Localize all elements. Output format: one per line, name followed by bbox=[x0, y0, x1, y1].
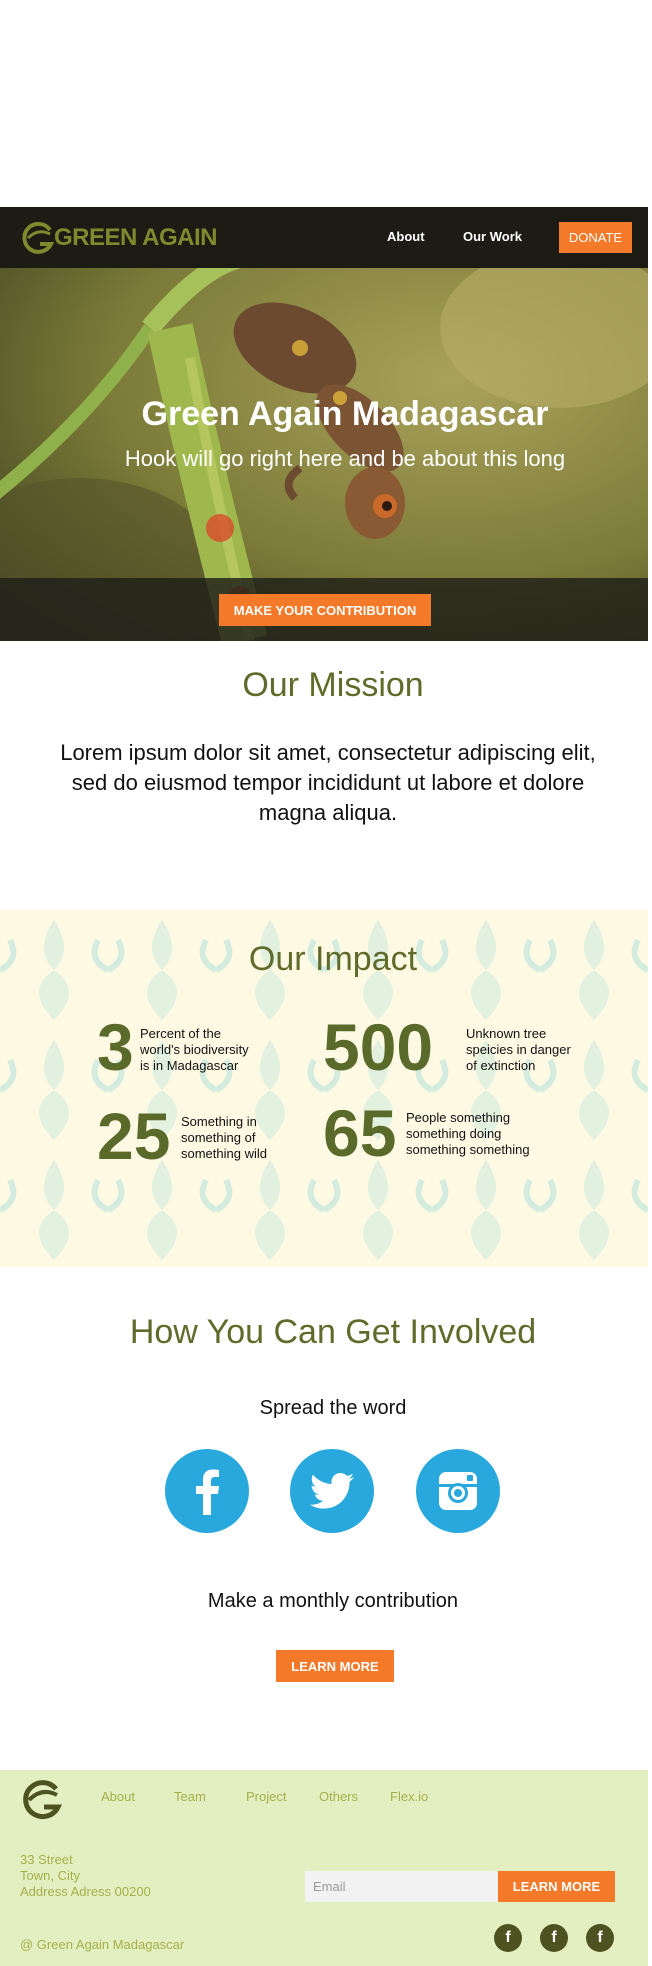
mission-text: Lorem ipsum dolor sit amet, consectetur … bbox=[60, 740, 596, 825]
instagram-button[interactable] bbox=[416, 1449, 500, 1533]
footer-facebook-button[interactable]: f bbox=[494, 1924, 522, 1952]
instagram-icon bbox=[439, 1472, 477, 1510]
address-line: 33 Street bbox=[20, 1852, 73, 1867]
footer-facebook-button[interactable]: f bbox=[540, 1924, 568, 1952]
facebook-button[interactable] bbox=[165, 1449, 249, 1533]
stat-number: 500 bbox=[323, 1010, 434, 1084]
page: GREEN AGAIN About Our Work DONATE Green … bbox=[0, 0, 648, 1966]
footer-learn-more-button[interactable]: LEARN MORE bbox=[498, 1871, 615, 1902]
facebook-icon: f bbox=[597, 1929, 603, 1946]
stat-number: 25 bbox=[97, 1099, 171, 1173]
hero: Green Again Madagascar Hook will go righ… bbox=[0, 268, 648, 641]
facebook-icon: f bbox=[551, 1929, 557, 1946]
footer-logo-icon[interactable] bbox=[20, 1778, 64, 1822]
logo-icon bbox=[22, 221, 55, 254]
email-input[interactable] bbox=[305, 1871, 498, 1902]
make-contribution-button[interactable]: MAKE YOUR CONTRIBUTION bbox=[219, 594, 431, 626]
stat-number: 65 bbox=[323, 1096, 397, 1170]
footer-link-flexio[interactable]: Flex.io bbox=[390, 1789, 428, 1804]
stat-label: Percent of the world's biodiversity is i… bbox=[140, 1026, 249, 1073]
stat-label: Unknown tree speicies in danger of extin… bbox=[466, 1026, 571, 1073]
nav-link-our-work[interactable]: Our Work bbox=[463, 229, 522, 244]
twitter-button[interactable] bbox=[290, 1449, 374, 1533]
impact-section: Our Impact 3 Percent of the world's biod… bbox=[0, 910, 648, 1267]
involved-title: How You Can Get Involved bbox=[129, 1313, 537, 1351]
learn-more-button[interactable]: LEARN MORE bbox=[276, 1650, 394, 1682]
footer-facebook-button[interactable]: f bbox=[586, 1924, 614, 1952]
copyright-text: @ Green Again Madagascar bbox=[20, 1937, 185, 1952]
stat-label: Something in something of something wild bbox=[181, 1114, 267, 1161]
address-line: Address Adress 00200 bbox=[20, 1884, 151, 1899]
spread-word-heading: Spread the word bbox=[259, 1397, 407, 1419]
address-line: Town, City bbox=[20, 1868, 80, 1883]
donate-button[interactable]: DONATE bbox=[559, 222, 632, 253]
impact-title: Our Impact bbox=[248, 940, 418, 978]
stat-number: 3 bbox=[97, 1010, 134, 1084]
logo-text: GREEN AGAIN bbox=[54, 224, 217, 251]
footer-link-others[interactable]: Others bbox=[319, 1789, 358, 1804]
mission-title: Our Mission bbox=[242, 666, 424, 704]
footer-address: 33 Street Town, City Address Adress 0020… bbox=[20, 1852, 151, 1900]
facebook-icon bbox=[196, 1469, 219, 1515]
hero-title: Green Again Madagascar bbox=[141, 395, 549, 433]
footer-link-project[interactable]: Project bbox=[246, 1789, 286, 1804]
top-nav: GREEN AGAIN About Our Work DONATE bbox=[0, 207, 648, 268]
twitter-icon bbox=[310, 1473, 354, 1509]
hero-subtitle: Hook will go right here and be about thi… bbox=[124, 446, 566, 471]
logo[interactable]: GREEN AGAIN bbox=[20, 220, 217, 256]
stat-label: People something something doing somethi… bbox=[406, 1110, 530, 1157]
monthly-contribution-heading: Make a monthly contribution bbox=[207, 1590, 459, 1612]
facebook-icon: f bbox=[505, 1929, 511, 1946]
nav-link-about[interactable]: About bbox=[387, 229, 425, 244]
footer-link-team[interactable]: Team bbox=[174, 1789, 206, 1804]
footer-link-about[interactable]: About bbox=[101, 1789, 135, 1804]
